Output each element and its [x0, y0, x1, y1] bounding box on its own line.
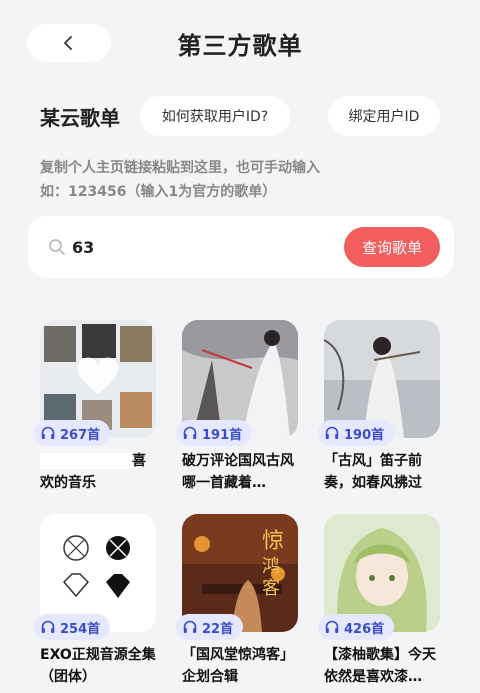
search-icon [49, 239, 65, 255]
bind-user-id-button[interactable]: 绑定用户ID [328, 96, 440, 136]
playlist-title: 喜欢的音乐 [40, 450, 158, 494]
song-count-badge: 191首 [176, 420, 253, 446]
playlist-title: EXO正规音源全集（团体） [40, 647, 156, 685]
svg-text:惊: 惊 [262, 529, 284, 554]
song-count-badge: 190首 [318, 420, 395, 446]
headphones-icon [325, 620, 339, 633]
page-title: 第三方歌单 [177, 32, 303, 60]
hint-line-2: 如：123456（输入1为官方的歌单） [40, 184, 277, 200]
song-count: 254首 [60, 621, 101, 637]
headphones-icon [325, 426, 339, 439]
song-count: 426首 [344, 621, 385, 637]
song-count: 191首 [202, 427, 243, 443]
headphones-icon [183, 426, 197, 439]
hint-line-1: 复制个人主页链接粘贴到这里，也可手动输入 [40, 160, 320, 176]
source-row: 某云歌单 如何获取用户ID? 绑定用户ID [0, 96, 480, 138]
song-count: 22首 [202, 621, 234, 637]
song-count-badge: 267首 [34, 420, 111, 446]
song-count-badge: 426首 [318, 614, 395, 640]
song-count: 267首 [60, 427, 101, 443]
search-button[interactable]: 查询歌单 [344, 227, 440, 267]
playlist-title: 「古风」笛子前奏，如春风拂过 [324, 453, 422, 491]
playlist-title: 破万评论国风古风 哪一首藏着… [182, 453, 294, 491]
playlist-title: 【漆柚歌集】今天依然是喜欢漆… [324, 647, 436, 685]
header: 第三方歌单 [0, 0, 480, 90]
headphones-icon [41, 426, 55, 439]
svg-text:鸿: 鸿 [262, 556, 280, 577]
headphones-icon [41, 620, 55, 633]
search-box: 查询歌单 [28, 216, 454, 278]
song-count: 190首 [344, 427, 385, 443]
hint-text: 复制个人主页链接粘贴到这里，也可手动输入 如：123456（输入1为官方的歌单） [40, 156, 460, 204]
search-input[interactable] [72, 234, 272, 260]
svg-text:客: 客 [262, 578, 280, 599]
headphones-icon [183, 620, 197, 633]
section-title: 某云歌单 [40, 106, 120, 130]
song-count-badge: 22首 [176, 614, 244, 640]
how-to-get-id-button[interactable]: 如何获取用户ID? [140, 96, 290, 136]
playlist-title: 「国风堂惊鸿客」企划合辑 [182, 647, 294, 685]
redacted-block [40, 453, 132, 469]
song-count-badge: 254首 [34, 614, 111, 640]
